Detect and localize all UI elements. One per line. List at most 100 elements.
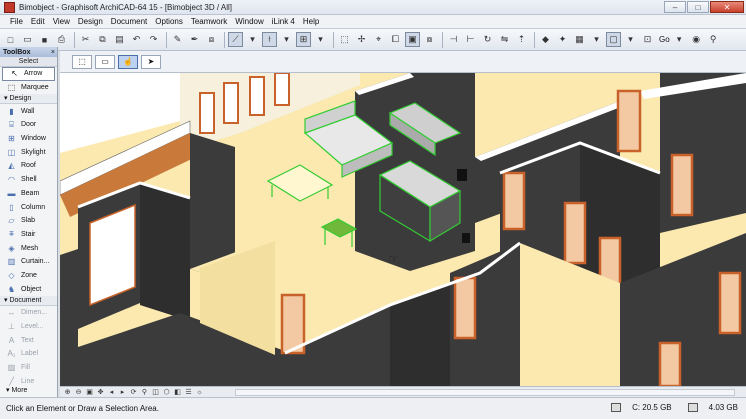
tool-fill[interactable]: ▨ Fill bbox=[0, 361, 57, 375]
section-icon[interactable]: ✦ bbox=[555, 32, 570, 47]
menu-help[interactable]: Help bbox=[299, 17, 323, 26]
menu-file[interactable]: File bbox=[6, 17, 27, 26]
toolbar-divider bbox=[534, 31, 535, 48]
tool-skylight[interactable]: ◫ Skylight bbox=[0, 145, 57, 159]
mirror-icon[interactable]: ⇋ bbox=[497, 32, 512, 47]
minimize-button[interactable]: – bbox=[664, 1, 686, 13]
3d-window-icon[interactable]: ▦ bbox=[572, 32, 587, 47]
explore-icon[interactable]: ⚲ bbox=[140, 388, 149, 397]
tool-mesh[interactable]: ◈ Mesh bbox=[0, 241, 57, 255]
suspend-groups-icon[interactable]: ⬚ bbox=[337, 32, 352, 47]
grid-dropdown-icon[interactable]: ▾ bbox=[313, 32, 328, 47]
tool-dimension[interactable]: ↔ Dimen... bbox=[0, 306, 57, 320]
trace-icon[interactable]: ✢ bbox=[354, 32, 369, 47]
menu-teamwork[interactable]: Teamwork bbox=[187, 17, 231, 26]
tool-text[interactable]: A Text bbox=[0, 333, 57, 347]
navigator-icon[interactable]: ⊡ bbox=[640, 32, 655, 47]
close-button[interactable]: ✕ bbox=[710, 1, 744, 13]
redo-icon[interactable]: ↷ bbox=[146, 32, 161, 47]
inject-icon[interactable]: ✒ bbox=[187, 32, 202, 47]
grid-snap-icon[interactable]: ⊞ bbox=[296, 32, 311, 47]
tool-column[interactable]: ▯ Column bbox=[0, 200, 57, 214]
marquee-magic-icon[interactable]: ⌖ bbox=[371, 32, 386, 47]
tool-shell[interactable]: ◠ Shell bbox=[0, 173, 57, 187]
perspective-icon[interactable]: ◫ bbox=[151, 388, 160, 397]
menu-window[interactable]: Window bbox=[231, 17, 267, 26]
previous-zoom-icon[interactable]: ◂ bbox=[107, 388, 116, 397]
document-group-header[interactable]: ▾ Document bbox=[0, 296, 57, 306]
orbit-icon[interactable]: ◉ bbox=[689, 32, 704, 47]
group-icon[interactable]: ⧠ bbox=[388, 32, 403, 47]
tool-object[interactable]: ♞ Object bbox=[0, 282, 57, 296]
design-group-header[interactable]: ▾ Design bbox=[0, 94, 57, 105]
menu-design[interactable]: Design bbox=[74, 17, 107, 26]
tool-label[interactable]: A₁ Label bbox=[0, 347, 57, 361]
fit-window-icon[interactable]: ▣ bbox=[85, 388, 94, 397]
3d-cutaway-icon[interactable]: ◧ bbox=[173, 388, 182, 397]
tool-zone[interactable]: ◇ Zone bbox=[0, 269, 57, 283]
tool-wall[interactable]: ▮ Wall bbox=[0, 104, 57, 118]
cut-icon[interactable]: ✂ bbox=[78, 32, 93, 47]
partial-element-selection-icon[interactable]: ⬚ bbox=[72, 54, 92, 69]
toolbox-close-button[interactable]: × bbox=[51, 49, 57, 56]
align-icon[interactable]: ⊣ bbox=[446, 32, 461, 47]
gravity-icon[interactable]: ⟋ bbox=[228, 32, 243, 47]
3d-render-icon[interactable]: ◆ bbox=[538, 32, 553, 47]
tool-arrow[interactable]: ↖ Arrow bbox=[2, 67, 55, 81]
3d-model-view[interactable]: ☞ bbox=[60, 73, 746, 386]
zoom-in-icon[interactable]: ⊕ bbox=[63, 388, 72, 397]
paste-icon[interactable]: ▤ bbox=[112, 32, 127, 47]
tool-curtain-wall[interactable]: ▥ Curtain... bbox=[0, 255, 57, 269]
hand-selection-icon[interactable]: ☝ bbox=[118, 54, 138, 69]
model-dropdown-icon[interactable]: ▾ bbox=[623, 32, 638, 47]
next-zoom-icon[interactable]: ▸ bbox=[118, 388, 127, 397]
pan-icon[interactable]: ✥ bbox=[96, 388, 105, 397]
menu-edit[interactable]: Edit bbox=[27, 17, 49, 26]
zoom-out-icon[interactable]: ⊖ bbox=[74, 388, 83, 397]
copy-icon[interactable]: ⧉ bbox=[95, 32, 110, 47]
pick-up-icon[interactable]: ✎ bbox=[170, 32, 185, 47]
tool-marquee[interactable]: ⬚ Marquee bbox=[0, 81, 57, 95]
wireframe-icon[interactable]: ▢ bbox=[606, 32, 621, 47]
menu-ilink[interactable]: iLink 4 bbox=[268, 17, 299, 26]
walk-icon[interactable]: ⚲ bbox=[706, 32, 721, 47]
cursor-select-icon[interactable]: ➤ bbox=[141, 54, 161, 69]
axonometry-icon[interactable]: ⬡ bbox=[162, 388, 171, 397]
guide-lines-icon[interactable]: ⟊ bbox=[262, 32, 277, 47]
new-file-icon[interactable]: □ bbox=[3, 32, 18, 47]
3d-viewport[interactable]: ☞ bbox=[60, 73, 746, 386]
tool-roof[interactable]: ◭ Roof bbox=[0, 159, 57, 173]
elevate-icon[interactable]: ⇡ bbox=[514, 32, 529, 47]
display-options-icon[interactable]: ☰ bbox=[184, 388, 193, 397]
select-all-icon[interactable]: ▣ bbox=[405, 32, 420, 47]
menu-view[interactable]: View bbox=[49, 17, 74, 26]
menu-options[interactable]: Options bbox=[151, 17, 187, 26]
undo-icon[interactable]: ↶ bbox=[129, 32, 144, 47]
open-folder-icon[interactable]: ▭ bbox=[20, 32, 35, 47]
guide-dropdown-icon[interactable]: ▾ bbox=[279, 32, 294, 47]
go-dropdown-icon[interactable]: ▾ bbox=[672, 32, 687, 47]
layer-combo-icon[interactable]: ⧇ bbox=[422, 32, 437, 47]
tool-door[interactable]: ⌸ Door bbox=[0, 118, 57, 132]
tool-stair[interactable]: ⩨ Stair bbox=[0, 228, 57, 242]
tool-slab[interactable]: ▱ Slab bbox=[0, 214, 57, 228]
rotate-icon[interactable]: ↻ bbox=[480, 32, 495, 47]
tool-window[interactable]: ⊞ Window bbox=[0, 132, 57, 146]
distribute-icon[interactable]: ⊢ bbox=[463, 32, 478, 47]
3d-dropdown-icon[interactable]: ▾ bbox=[589, 32, 604, 47]
entire-element-selection-icon[interactable]: ▭ bbox=[95, 54, 115, 69]
tool-level-dimension[interactable]: ⊥ Level... bbox=[0, 320, 57, 334]
tool-beam[interactable]: ▬ Beam bbox=[0, 187, 57, 201]
save-icon[interactable]: ■ bbox=[37, 32, 52, 47]
orbit-nav-icon[interactable]: ⟳ bbox=[129, 388, 138, 397]
menu-document[interactable]: Document bbox=[107, 17, 151, 26]
horizontal-scrollbar[interactable] bbox=[235, 389, 735, 396]
archicad-app-icon[interactable] bbox=[4, 1, 15, 13]
go-menu-button[interactable]: Go bbox=[659, 35, 670, 44]
toolbox-more-button[interactable]: ▾ More bbox=[0, 385, 58, 397]
render-icon[interactable]: ☼ bbox=[195, 388, 204, 397]
maximize-button[interactable]: □ bbox=[687, 1, 709, 13]
print-icon[interactable]: ⎙ bbox=[54, 32, 69, 47]
layers-icon[interactable]: ⧈ bbox=[204, 32, 219, 47]
snap-dropdown-icon[interactable]: ▾ bbox=[245, 32, 260, 47]
